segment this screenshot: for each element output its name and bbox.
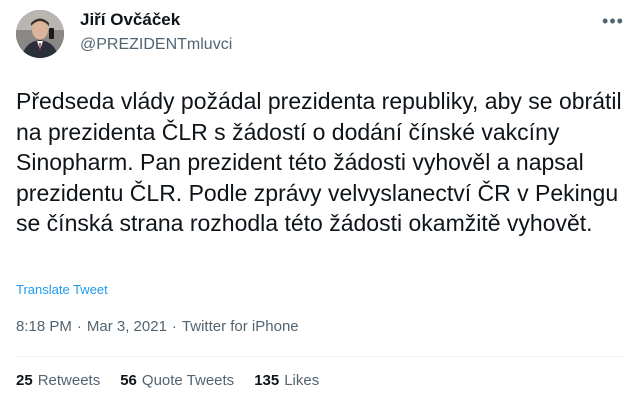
more-dots-icon: ••• — [602, 10, 624, 31]
tweet-meta: 8:18 PM · Mar 3, 2021 · Twitter for iPho… — [16, 318, 299, 335]
meta-separator: · — [171, 318, 177, 335]
retweets-stat[interactable]: 25 Retweets — [16, 372, 100, 389]
likes-label: Likes — [284, 372, 320, 389]
tweet-time[interactable]: 8:18 PM — [16, 318, 72, 335]
tweet-source[interactable]: Twitter for iPhone — [182, 318, 299, 335]
likes-stat[interactable]: 135 Likes — [254, 372, 319, 389]
retweets-label: Retweets — [37, 372, 101, 389]
avatar[interactable] — [16, 10, 64, 58]
translate-tweet-link[interactable]: Translate Tweet — [16, 282, 108, 297]
likes-count: 135 — [254, 372, 280, 389]
tweet-stats: 25 Retweets 56 Quote Tweets 135 Likes — [16, 372, 319, 389]
tweet-date[interactable]: Mar 3, 2021 — [87, 318, 167, 335]
retweets-count: 25 — [16, 372, 33, 389]
more-options-button[interactable]: ••• — [600, 10, 626, 32]
divider — [16, 356, 624, 357]
author-handle[interactable]: @PREZIDENTmluvci — [80, 36, 232, 54]
quote-tweets-label: Quote Tweets — [141, 372, 235, 389]
profile-photo-icon — [16, 10, 64, 58]
quote-tweets-count: 56 — [120, 372, 137, 389]
quote-tweets-stat[interactable]: 56 Quote Tweets — [120, 372, 234, 389]
tweet-text: Předseda vlády požádal prezidenta republ… — [16, 88, 622, 236]
meta-separator: · — [76, 318, 82, 335]
author-name[interactable]: Jiří Ovčáček — [80, 10, 180, 30]
